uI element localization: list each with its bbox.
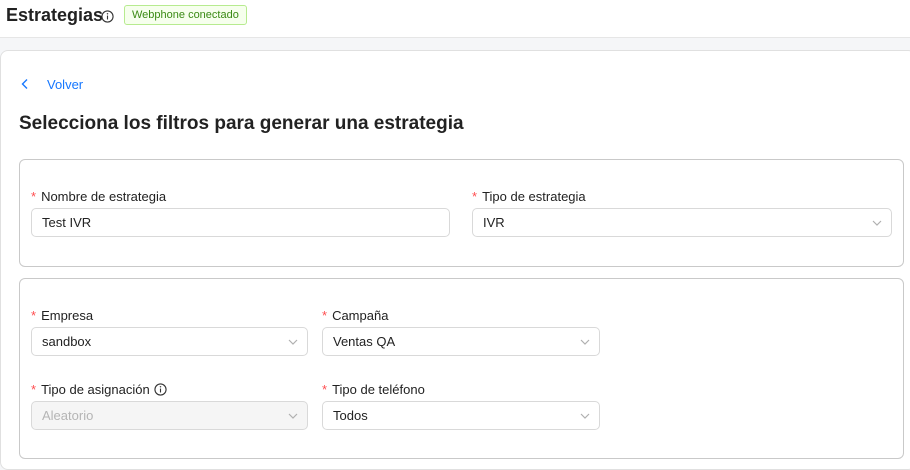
required-mark: *: [31, 308, 37, 323]
section-heading: Selecciona los filtros para generar una …: [19, 113, 464, 134]
back-label: Volver: [47, 76, 84, 92]
chevron-down-icon: [580, 339, 590, 345]
chevron-down-icon: [580, 413, 590, 419]
assignment-type-label-text: Tipo de asignación: [41, 382, 150, 397]
strategy-name-label-text: Nombre de estrategia: [41, 189, 167, 204]
chevron-down-icon: [288, 339, 298, 345]
assignment-type-select: Aleatorio: [31, 401, 308, 430]
top-bar: Estrategias Webphone conectado: [0, 0, 910, 38]
filters-card: [19, 278, 904, 459]
status-badge: Webphone conectado: [124, 5, 247, 25]
info-icon[interactable]: [154, 383, 167, 396]
chevron-down-icon: [288, 413, 298, 419]
strategy-type-label: * Tipo de estrategia: [472, 189, 586, 204]
phone-type-label-text: Tipo de teléfono: [332, 382, 425, 397]
campaign-label-text: Campaña: [332, 308, 389, 323]
phone-type-label: * Tipo de teléfono: [322, 382, 425, 397]
assignment-type-value: Aleatorio: [42, 408, 94, 423]
required-mark: *: [31, 382, 37, 397]
company-value: sandbox: [42, 334, 92, 349]
strategy-type-label-text: Tipo de estrategia: [482, 189, 586, 204]
campaign-label: * Campaña: [322, 308, 388, 323]
back-link[interactable]: Volver: [19, 75, 83, 93]
strategy-name-label: * Nombre de estrategia: [31, 189, 166, 204]
strategy-type-value: IVR: [483, 215, 505, 230]
strategy-type-select[interactable]: IVR: [472, 208, 892, 237]
company-label: * Empresa: [31, 308, 93, 323]
info-icon[interactable]: [101, 10, 114, 23]
company-select[interactable]: sandbox: [31, 327, 308, 356]
required-mark: *: [322, 382, 328, 397]
required-mark: *: [31, 189, 37, 204]
page-title: Estrategias: [6, 5, 104, 25]
required-mark: *: [322, 308, 328, 323]
strategy-name-input[interactable]: [31, 208, 450, 237]
assignment-type-label: * Tipo de asignación: [31, 382, 167, 397]
chevron-left-icon: [21, 79, 28, 89]
chevron-down-icon: [872, 220, 882, 226]
company-label-text: Empresa: [41, 308, 94, 323]
campaign-value: Ventas QA: [333, 334, 396, 349]
required-mark: *: [472, 189, 478, 204]
phone-type-select[interactable]: Todos: [322, 401, 600, 430]
phone-type-value: Todos: [333, 408, 368, 423]
campaign-select[interactable]: Ventas QA: [322, 327, 600, 356]
